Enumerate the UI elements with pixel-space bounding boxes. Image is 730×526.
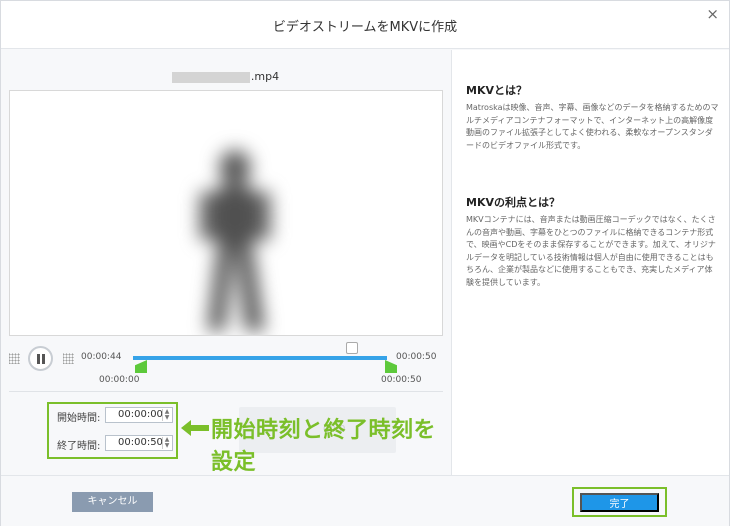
start-trim-marker[interactable] xyxy=(135,360,147,373)
info-heading-benefits: MKVの利点とは？ xyxy=(466,196,560,209)
done-button[interactable]: 完了 xyxy=(580,493,659,512)
grip-left-icon xyxy=(9,353,20,364)
annotation-text: 開始時刻と終了時刻を設定 xyxy=(211,418,437,475)
dialog-title: ビデオストリームをMKVに作成 xyxy=(272,20,458,35)
create-mkv-dialog: ビデオストリームをMKVに作成 × .mp4 00:00:44 00:00:50… xyxy=(0,0,730,526)
playhead-handle[interactable] xyxy=(346,342,358,354)
end-time: 00:00:50 xyxy=(396,352,437,362)
done-highlight: 完了 xyxy=(572,487,667,517)
divider xyxy=(9,391,443,392)
video-preview[interactable] xyxy=(9,90,443,336)
pause-button[interactable] xyxy=(28,346,53,371)
info-panel: MKVとは？ Matroskaは映像、音声、字幕、画像などのデータを格納するため… xyxy=(451,50,729,475)
filename-suffix: .mp4 xyxy=(250,70,280,83)
info-heading-what: MKVとは？ xyxy=(466,84,527,97)
title-bar: ビデオストリームをMKVに作成 × xyxy=(1,1,729,49)
start-time-input[interactable]: 00:00:00 ▲ ▼ xyxy=(105,407,173,423)
info-paragraph-benefits: MKVコンテナには、音声または動画圧縮コーデックではなく、たくさんの音声や動画、… xyxy=(466,215,716,287)
footer: キャンセル 完了 xyxy=(1,475,729,526)
annotation-arrow-icon xyxy=(181,420,209,436)
start-marker-time: 00:00:00 xyxy=(99,375,140,385)
close-icon[interactable]: × xyxy=(706,5,719,23)
start-time-label: 開始時間: xyxy=(57,413,101,424)
preview-panel: .mp4 00:00:44 00:00:50 00:00:00 00:00:50… xyxy=(1,50,450,475)
video-frame-figure xyxy=(199,150,271,331)
grip-right-icon xyxy=(63,353,74,364)
end-time-label: 終了時間: xyxy=(57,441,101,452)
info-paragraph-what: Matroskaは映像、音声、字幕、画像などのデータを格納するためのマルチメディ… xyxy=(466,103,719,150)
end-marker-time: 00:00:50 xyxy=(381,375,422,385)
timeline-track[interactable] xyxy=(133,356,387,360)
time-settings-box: 開始時間: 00:00:00 ▲ ▼ 終了時間: 00:00:50 ▲ ▼ xyxy=(47,402,178,459)
end-time-value: 00:00:50 xyxy=(118,437,163,448)
filename: .mp4 xyxy=(1,70,450,83)
cancel-button[interactable]: キャンセル xyxy=(72,492,153,512)
start-time-value: 00:00:00 xyxy=(118,409,163,420)
end-time-input[interactable]: 00:00:50 ▲ ▼ xyxy=(105,435,173,451)
redacted-filename xyxy=(171,71,250,83)
end-time-stepper-icon[interactable]: ▲ ▼ xyxy=(162,437,171,449)
current-time: 00:00:44 xyxy=(81,352,122,362)
start-time-stepper-icon[interactable]: ▲ ▼ xyxy=(162,409,171,421)
player-controls: 00:00:44 00:00:50 00:00:00 00:00:50 xyxy=(1,340,450,390)
